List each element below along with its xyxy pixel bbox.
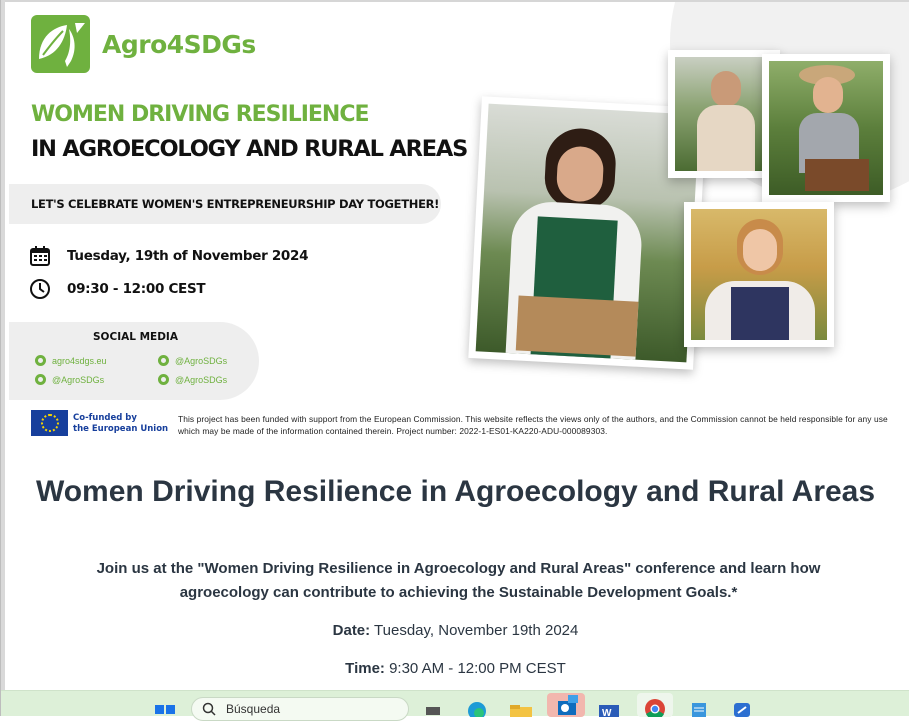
- event-description: Join us at the "Women Driving Resilience…: [96, 560, 821, 601]
- event-date: Date: Tuesday, November 19th 2024: [1, 622, 909, 639]
- eu-flag-icon: [31, 410, 68, 436]
- clock-icon: [30, 279, 50, 299]
- event-time: Time: 9:30 AM - 12:00 PM CEST: [1, 660, 909, 677]
- social-twitter-label: @AgroSDGs: [175, 374, 228, 385]
- time-row: 09:30 - 12:00 CEST: [29, 278, 206, 300]
- edge-button[interactable]: [463, 695, 491, 717]
- funding-disclaimer: This project has been funded with suppor…: [178, 414, 888, 436]
- web-icon: [35, 355, 46, 366]
- windows-taskbar: Búsqueda W: [1, 690, 909, 721]
- banner-time: 09:30 - 12:00 CEST: [67, 281, 206, 297]
- outlook-icon: [558, 695, 578, 715]
- search-icon: [202, 702, 216, 716]
- social-instagram[interactable]: @AgroSDGs: [158, 355, 227, 366]
- brand-name: Agro4SDGs: [102, 29, 256, 59]
- social-media-panel: SOCIAL MEDIA agro4sdgs.eu @AgroSDGs @Agr…: [9, 322, 259, 400]
- notepad-button[interactable]: [685, 695, 713, 717]
- calendar-icon: [30, 246, 50, 266]
- start-icon: [155, 705, 175, 714]
- date-row: Tuesday, 19th of November 2024: [29, 245, 309, 267]
- word-icon: W: [599, 705, 619, 717]
- word-button[interactable]: W: [595, 695, 623, 717]
- file-explorer-button[interactable]: [507, 695, 535, 717]
- page-title: Women Driving Resilience in Agroecology …: [35, 475, 876, 508]
- time-label: Time:: [345, 660, 385, 677]
- banner-headline-line2: IN AGROECOLOGY AND RURAL AREAS: [31, 136, 468, 162]
- taskbar-search-box[interactable]: Búsqueda: [191, 697, 409, 721]
- outlook-button[interactable]: [547, 693, 585, 717]
- photo-woman-hat: [762, 54, 890, 202]
- screen: Agro4SDGs WOMEN DRIVING RESILIENCE IN AG…: [0, 0, 909, 721]
- photo-woman-field: [684, 202, 834, 347]
- taskbar-app-button[interactable]: [728, 695, 756, 717]
- file-explorer-icon: [510, 705, 532, 717]
- celebration-pill: LET'S CELEBRATE WOMEN'S ENTREPRENEURSHIP…: [9, 184, 441, 224]
- social-website-label: agro4sdgs.eu: [52, 355, 107, 366]
- task-view-button[interactable]: [419, 695, 447, 717]
- twitter-icon: [158, 374, 169, 385]
- event-banner: Agro4SDGs WOMEN DRIVING RESILIENCE IN AG…: [5, 2, 909, 455]
- facebook-icon: [35, 374, 46, 385]
- notepad-icon: [692, 703, 706, 717]
- social-instagram-label: @AgroSDGs: [175, 355, 228, 366]
- instagram-icon: [158, 355, 169, 366]
- search-placeholder: Búsqueda: [226, 702, 281, 716]
- time-value: 9:30 AM - 12:00 PM CEST: [384, 660, 566, 677]
- start-button[interactable]: [151, 695, 179, 717]
- date-label: Date:: [332, 622, 371, 639]
- social-media-title: SOCIAL MEDIA: [93, 331, 178, 343]
- leaf-logo-icon: [31, 15, 90, 73]
- brand-logo: Agro4SDGs: [31, 15, 256, 73]
- task-view-icon: [426, 707, 440, 715]
- eu-line-1: Co-funded by: [73, 413, 137, 423]
- social-twitter[interactable]: @AgroSDGs: [158, 374, 227, 385]
- social-website[interactable]: agro4sdgs.eu: [35, 355, 107, 366]
- chrome-icon: [645, 699, 665, 717]
- edge-icon: [468, 702, 486, 717]
- eu-line-2: the European Union: [73, 424, 169, 434]
- date-value: Tuesday, November 19th 2024: [370, 622, 579, 639]
- social-facebook-label: @AgroSDGs: [52, 374, 105, 385]
- social-facebook[interactable]: @AgroSDGs: [35, 374, 104, 385]
- chrome-button[interactable]: [637, 693, 673, 717]
- eu-cofunded-label: Co-funded by the European Union: [73, 413, 168, 435]
- celebration-text: LET'S CELEBRATE WOMEN'S ENTREPRENEURSHIP…: [31, 197, 440, 211]
- banner-date: Tuesday, 19th of November 2024: [67, 248, 309, 264]
- app-icon: [734, 703, 750, 717]
- banner-headline-line1: WOMEN DRIVING RESILIENCE: [31, 102, 370, 127]
